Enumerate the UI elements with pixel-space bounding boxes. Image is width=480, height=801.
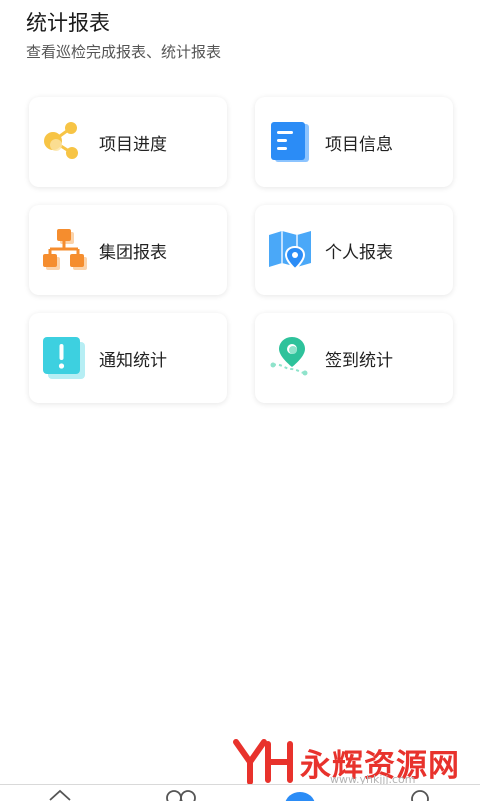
card-label: 项目进度 xyxy=(99,134,167,155)
page-title: 统计报表 xyxy=(26,11,110,35)
watermark: 永辉资源网 www.yhkjjj.com xyxy=(232,736,462,786)
profile-icon[interactable] xyxy=(408,788,432,801)
card-label: 通知统计 xyxy=(99,350,167,371)
bottom-tab-bar xyxy=(0,784,480,801)
card-group-report[interactable]: 集团报表 xyxy=(29,205,227,295)
people-icon[interactable] xyxy=(164,788,198,801)
card-label: 项目信息 xyxy=(325,134,393,155)
card-project-progress[interactable]: 项目进度 xyxy=(29,97,227,187)
card-label: 签到统计 xyxy=(325,350,393,371)
page-header: 统计报表 查看巡检完成报表、统计报表 xyxy=(26,8,221,63)
share-nodes-icon xyxy=(44,122,78,159)
org-chart-icon xyxy=(43,229,87,270)
card-notice-stats[interactable]: 通知统计 xyxy=(29,313,227,403)
card-checkin-stats[interactable]: 签到统计 xyxy=(255,313,453,403)
card-project-info[interactable]: 项目信息 xyxy=(255,97,453,187)
page-subtitle: 查看巡检完成报表、统计报表 xyxy=(26,43,222,61)
watermark-logo-icon xyxy=(233,739,293,785)
map-pin-icon xyxy=(269,231,311,271)
location-checkin-icon xyxy=(270,337,308,376)
card-label: 个人报表 xyxy=(325,242,393,263)
document-icon xyxy=(271,122,309,162)
card-personal-report[interactable]: 个人报表 xyxy=(255,205,453,295)
home-icon[interactable] xyxy=(48,788,72,801)
exclamation-icon xyxy=(43,337,85,379)
card-label: 集团报表 xyxy=(99,242,167,263)
